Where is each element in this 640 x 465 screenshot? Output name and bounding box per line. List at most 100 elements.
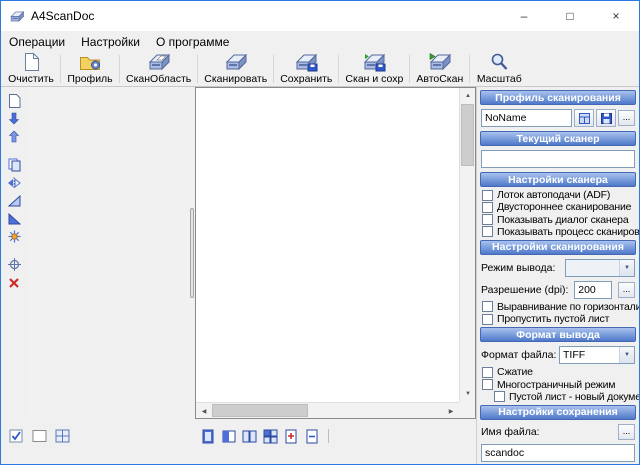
checkbox-label: Показывать диалог сканера	[497, 214, 628, 226]
zoom-out-page-button[interactable]	[304, 428, 321, 444]
checkbox-icon[interactable]	[482, 367, 493, 378]
profile-button[interactable]: Профиль	[62, 52, 118, 86]
settings-panel: Профиль сканирования ... Текущий сканер …	[476, 87, 639, 464]
profile-more-button[interactable]: ...	[618, 110, 635, 126]
horizontal-scrollbar[interactable]: ◀ ▶	[196, 402, 459, 418]
checkbox-icon[interactable]	[482, 314, 493, 325]
checkbox-icon[interactable]	[494, 391, 505, 402]
checkbox-blank-new-document[interactable]: Пустой лист - новый документ	[494, 391, 634, 403]
titlebar: A4ScanDoc – □ ×	[1, 1, 639, 31]
current-scanner-input[interactable]	[481, 150, 635, 168]
deskew-icon[interactable]	[5, 193, 23, 208]
scan-button[interactable]: Сканировать	[199, 52, 272, 86]
checkbox-icon[interactable]	[482, 226, 493, 237]
copy-page-icon[interactable]	[5, 157, 23, 172]
multi-page-button[interactable]	[262, 428, 279, 444]
profile-list-button[interactable]	[574, 109, 594, 127]
file-name-label: Имя файла:	[481, 426, 540, 438]
fit-width-button[interactable]	[220, 428, 237, 444]
scroll-up-icon[interactable]: ▲	[460, 88, 476, 104]
profile-name-input[interactable]	[481, 109, 572, 127]
zoom-in-page-button[interactable]	[283, 428, 300, 444]
grid-view-button[interactable]	[54, 428, 71, 444]
main-toolbar: Очистить Профиль СканОбласть Сканировать	[1, 52, 639, 87]
two-pages-button[interactable]	[241, 428, 258, 444]
checkbox-label: Показывать процесс сканирования	[497, 226, 639, 238]
move-up-icon[interactable]	[5, 129, 23, 144]
section-header-current-scanner[interactable]: Текущий сканер	[480, 131, 636, 146]
checkbox-label: Двустороннее сканирование	[497, 201, 631, 213]
resolution-input[interactable]	[574, 281, 612, 299]
checkbox-align-horizontal[interactable]: Выравнивание по горизонтали	[482, 301, 634, 313]
fit-page-button[interactable]	[199, 428, 216, 444]
checkbox-compression[interactable]: Сжатие	[482, 366, 634, 378]
scroll-right-icon[interactable]: ▶	[443, 403, 459, 419]
crosshair-icon[interactable]	[5, 257, 23, 272]
resolution-more-button[interactable]: ...	[618, 282, 635, 298]
checkbox-icon[interactable]	[482, 214, 493, 225]
checkbox-label: Выравнивание по горизонтали	[497, 301, 639, 313]
toolbar-button-label: Масштаб	[477, 73, 522, 85]
checkbox-icon[interactable]	[482, 301, 493, 312]
menu-about[interactable]: О программе	[148, 31, 237, 52]
section-header-save-settings[interactable]: Настройки сохранения	[480, 405, 636, 420]
checkbox-duplex[interactable]: Двустороннее сканирование	[482, 201, 634, 213]
save-button[interactable]: Сохранить	[275, 52, 337, 86]
select-pages-button[interactable]	[8, 428, 25, 444]
checkbox-label: Сжатие	[497, 366, 533, 378]
scroll-down-icon[interactable]: ▼	[460, 386, 476, 402]
file-name-row: Имя файла: ...	[481, 424, 635, 440]
panel-splitter[interactable]	[188, 87, 195, 419]
close-button[interactable]: ×	[593, 1, 639, 31]
vertical-scroll-thumb[interactable]	[461, 104, 474, 166]
scan-area-button[interactable]: СканОбласть	[121, 52, 196, 86]
section-header-scan-profile[interactable]: Профиль сканирования	[480, 90, 636, 105]
resolution-label: Разрешение (dpi):	[481, 284, 568, 296]
autoscan-button[interactable]: АвтоСкан	[411, 52, 468, 86]
levels-icon[interactable]	[5, 211, 23, 226]
file-format-label: Формат файла:	[481, 349, 556, 361]
section-header-scan-settings[interactable]: Настройки сканирования	[480, 240, 636, 255]
profile-save-button[interactable]	[596, 109, 616, 127]
document-canvas[interactable]	[196, 88, 459, 402]
checkbox-icon[interactable]	[482, 202, 493, 213]
checkbox-icon[interactable]	[482, 190, 493, 201]
checkbox-multipage-mode[interactable]: Многостраничный режим	[482, 379, 634, 391]
mirror-icon[interactable]	[5, 175, 23, 190]
checkbox-adf[interactable]: Лоток автоподачи (ADF)	[482, 189, 634, 201]
section-header-output-format[interactable]: Формат вывода	[480, 327, 636, 342]
file-format-select[interactable]: TIFF ▼	[559, 346, 635, 364]
output-mode-label: Режим вывода:	[481, 262, 555, 274]
pages-panel[interactable]	[27, 87, 195, 419]
chevron-down-icon[interactable]: ▼	[619, 260, 634, 276]
left-toolbar	[1, 87, 27, 419]
minimize-button[interactable]: –	[501, 1, 547, 31]
delete-icon[interactable]	[5, 275, 23, 290]
menu-settings[interactable]: Настройки	[73, 31, 148, 52]
checkbox-show-scanner-dialog[interactable]: Показывать диалог сканера	[482, 213, 634, 225]
maximize-button[interactable]: □	[547, 1, 593, 31]
chevron-down-icon[interactable]: ▼	[619, 347, 634, 363]
brightness-icon[interactable]	[5, 229, 23, 244]
checkbox-label: Лоток автоподачи (ADF)	[497, 189, 610, 201]
zoom-button[interactable]: Масштаб	[471, 52, 527, 86]
file-name-input[interactable]	[481, 444, 635, 462]
new-page-icon[interactable]	[5, 93, 23, 108]
move-down-icon[interactable]	[5, 111, 23, 126]
checkbox-skip-blank-page[interactable]: Пропустить пустой лист	[482, 313, 634, 325]
checkbox-show-scan-progress[interactable]: Показывать процесс сканирования	[482, 226, 634, 238]
toolbar-button-label: Скан и сохр	[345, 73, 403, 85]
horizontal-scroll-thumb[interactable]	[212, 404, 308, 417]
scroll-left-icon[interactable]: ◀	[196, 403, 212, 419]
autoscan-icon	[428, 53, 452, 72]
output-mode-select[interactable]: ▼	[565, 259, 635, 277]
scan-and-save-icon	[362, 53, 386, 72]
blank-page-button[interactable]	[31, 428, 48, 444]
clear-button[interactable]: Очистить	[3, 52, 59, 86]
vertical-scrollbar[interactable]: ▲ ▼	[459, 88, 475, 402]
file-name-more-button[interactable]: ...	[618, 424, 635, 440]
section-header-scanner-settings[interactable]: Настройки сканера	[480, 172, 636, 187]
scan-and-save-button[interactable]: Скан и сохр	[340, 52, 408, 86]
menu-operations[interactable]: Операции	[1, 31, 73, 52]
checkbox-icon[interactable]	[482, 379, 493, 390]
